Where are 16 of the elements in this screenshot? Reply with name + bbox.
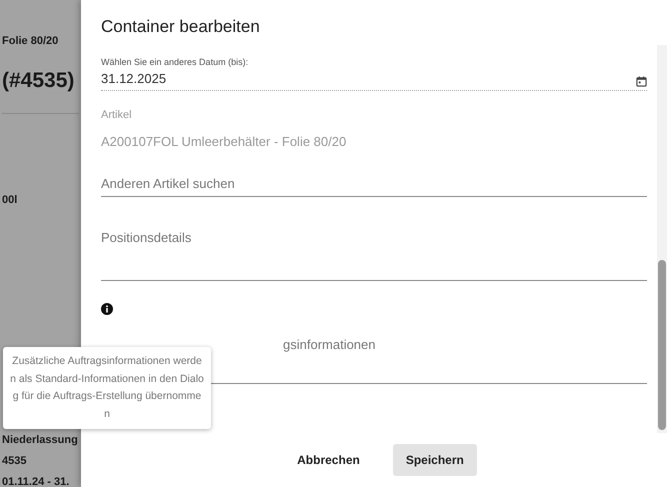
tooltip: Zusätzliche Auftragsinformationen werden als Standard-Informationen in den Dialog für die Auftrags-Erstellung übernommen	[3, 347, 211, 429]
dialog-title: Container bearbeiten	[100, 16, 261, 38]
article-value: A200107FOL Umleerbehälter - Folie 80/20	[101, 134, 348, 149]
info-icon[interactable]	[101, 303, 113, 315]
field-label: Artikel	[101, 109, 133, 121]
page-text: 4535	[2, 455, 28, 467]
page-text: 01.11.24 - 31.	[2, 476, 70, 487]
calendar-icon[interactable]	[636, 76, 647, 87]
page-heading: (#4535)	[2, 69, 79, 114]
save-button[interactable]: Speichern	[392, 444, 477, 476]
page-text: 00l	[2, 194, 18, 206]
cancel-button[interactable]: Abbrechen	[284, 444, 373, 476]
date-field[interactable]: Wählen Sie ein anderes Datum (bis): 31.12.2025	[101, 57, 647, 91]
page-text: Folie 80/20	[2, 35, 60, 47]
scrollbar[interactable]	[657, 45, 667, 433]
page-text: Niederlassung	[2, 434, 79, 446]
